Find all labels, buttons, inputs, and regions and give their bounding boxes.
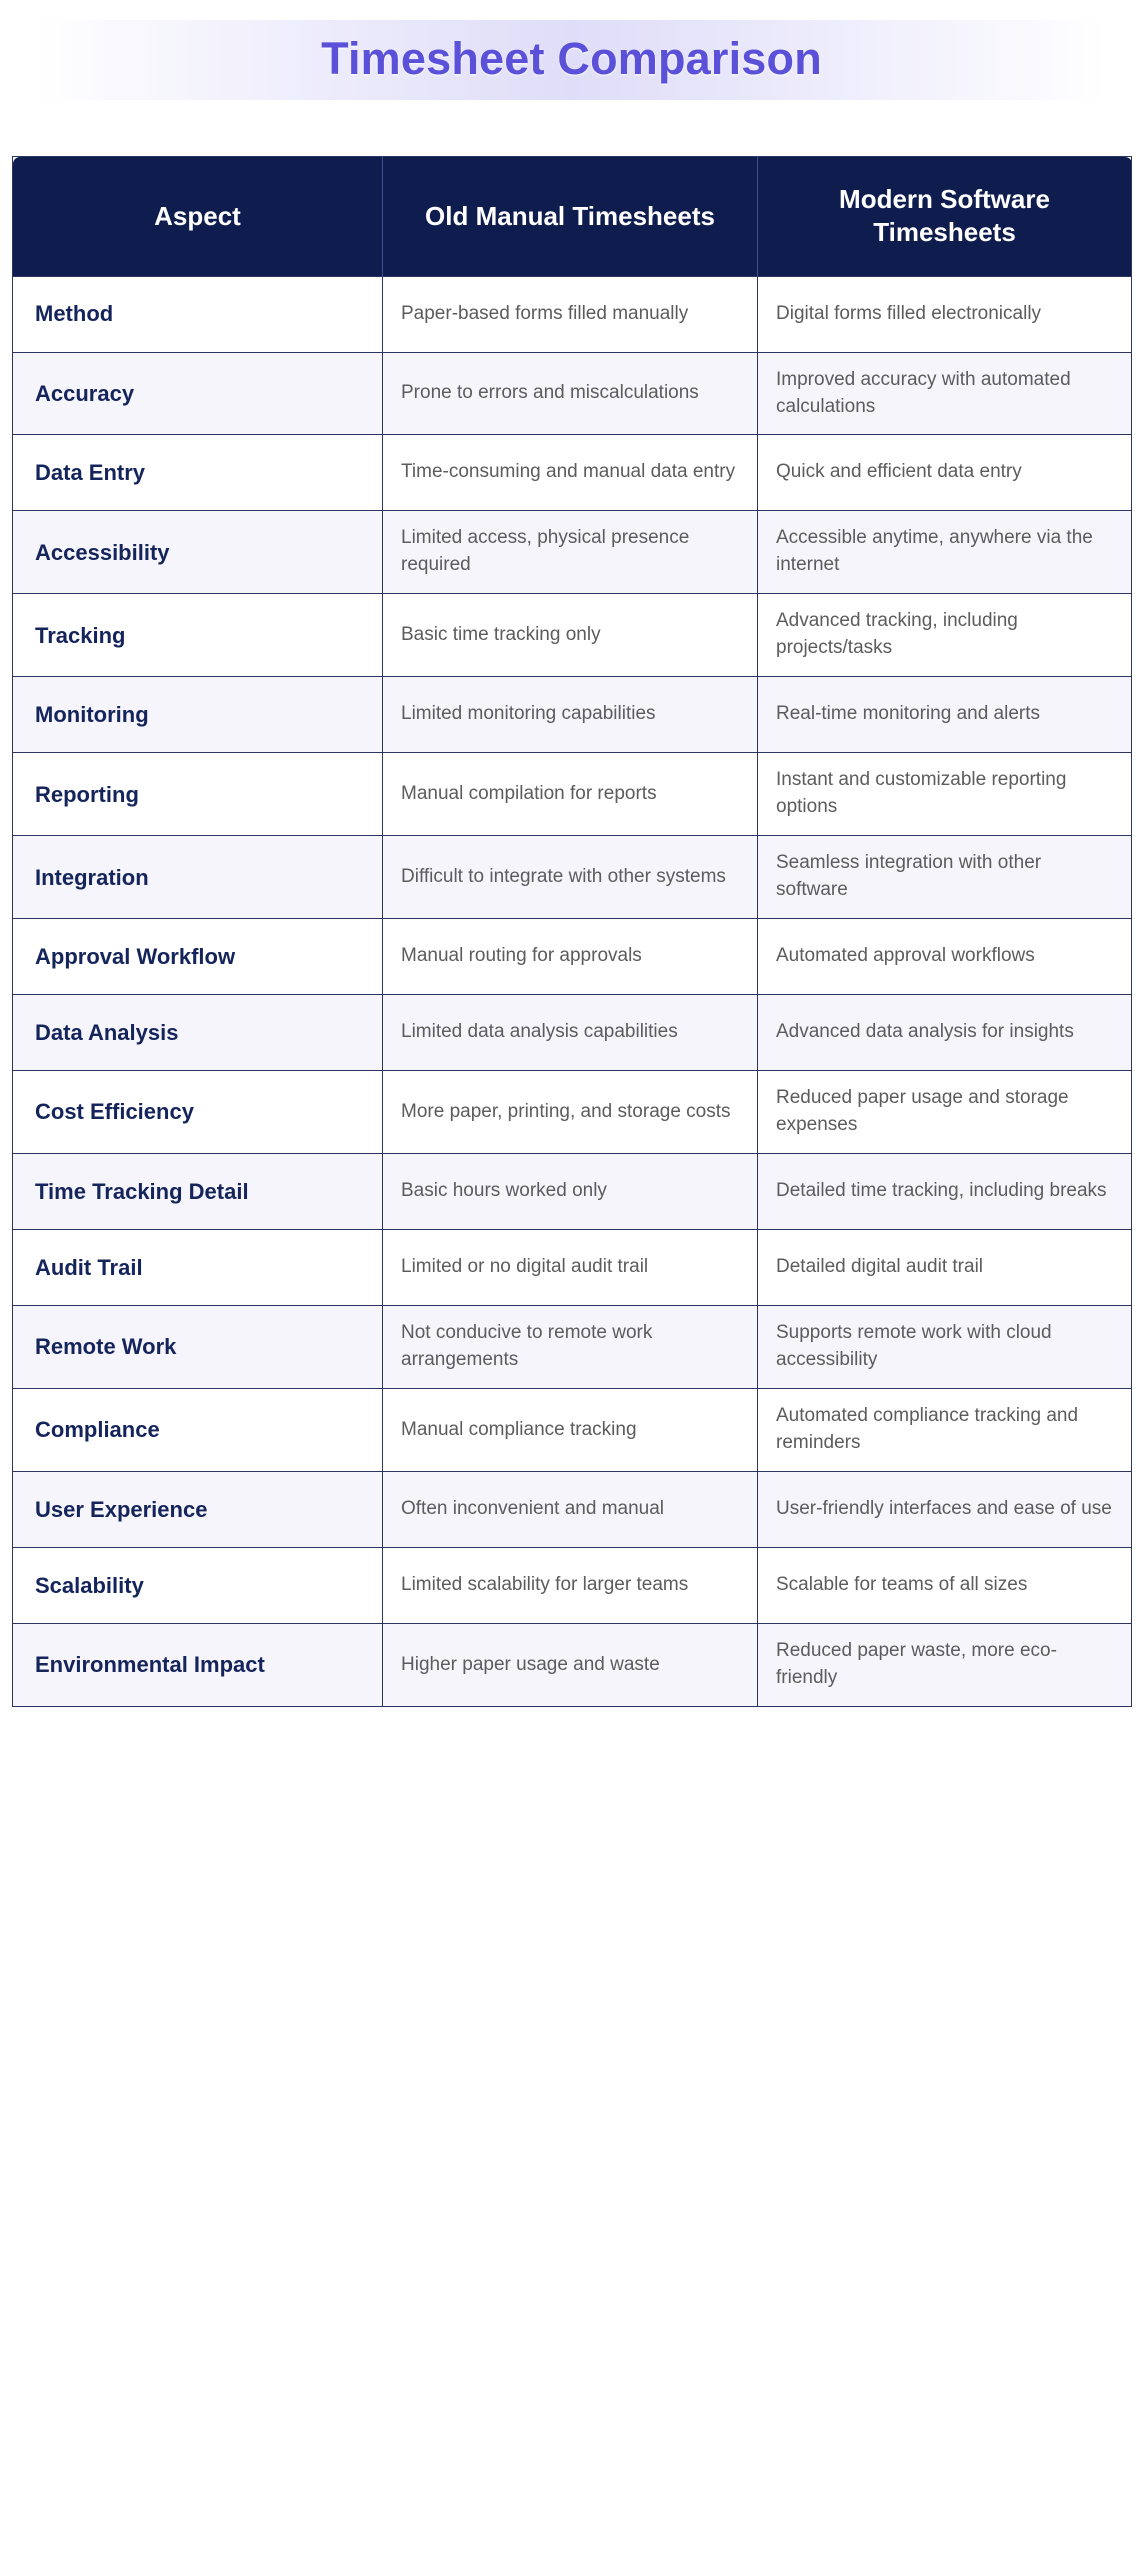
cell-aspect: Environmental Impact <box>12 1623 383 1707</box>
cell-old-manual: Not conducive to remote work arrangement… <box>382 1305 758 1389</box>
cell-aspect: Monitoring <box>12 676 383 753</box>
table-row: Audit Trail Limited or no digital audit t… <box>12 1229 1132 1306</box>
cell-modern-software: Improved accuracy with automated calcula… <box>757 351 1132 435</box>
cell-aspect: Scalability <box>12 1547 383 1624</box>
cell-modern-software: Advanced tracking, including projects/ta… <box>757 593 1132 677</box>
cell-old-manual: More paper, printing, and storage costs <box>382 1070 758 1154</box>
cell-modern-software: Automated approval workflows <box>757 918 1132 995</box>
cell-modern-software: User-friendly interfaces and ease of use <box>757 1471 1132 1548</box>
cell-old-manual: Limited access, physical presence requir… <box>382 510 758 594</box>
cell-modern-software: Scalable for teams of all sizes <box>757 1547 1132 1624</box>
cell-old-manual: Prone to errors and miscalculations <box>382 351 758 435</box>
cell-modern-software: Digital forms filled electronically <box>757 275 1132 353</box>
cell-old-manual: Limited monitoring capabilities <box>382 676 758 753</box>
cell-aspect: Tracking <box>12 593 383 677</box>
cell-old-manual: Limited scalability for larger teams <box>382 1547 758 1624</box>
cell-old-manual: Time-consuming and manual data entry <box>382 434 758 511</box>
cell-modern-software: Automated compliance tracking and remind… <box>757 1388 1132 1472</box>
page-root: Timesheet Comparison Aspect Old Manual T… <box>0 0 1143 2560</box>
cell-old-manual: Often inconvenient and manual <box>382 1471 758 1548</box>
cell-modern-software: Detailed digital audit trail <box>757 1229 1132 1306</box>
table-row: Cost Efficiency More paper, printing, and… <box>12 1070 1132 1154</box>
table-row: Remote Work Not conducive to remote work … <box>12 1305 1132 1389</box>
cell-old-manual: Paper-based forms filled manually <box>382 275 758 353</box>
cell-modern-software: Real-time monitoring and alerts <box>757 676 1132 753</box>
cell-old-manual: Difficult to integrate with other system… <box>382 835 758 919</box>
cell-aspect: Compliance <box>12 1388 383 1472</box>
cell-old-manual: Manual compliance tracking <box>382 1388 758 1472</box>
cell-aspect: Data Entry <box>12 434 383 511</box>
cell-modern-software: Reduced paper usage and storage expenses <box>757 1070 1132 1154</box>
cell-modern-software: Reduced paper waste, more eco-friendly <box>757 1623 1132 1707</box>
cell-old-manual: Basic time tracking only <box>382 593 758 677</box>
comparison-table: Aspect Old Manual Timesheets Modern Soft… <box>12 156 1132 1707</box>
cell-aspect: Audit Trail <box>12 1229 383 1306</box>
table-row: Reporting Manual compilation for reports I… <box>12 752 1132 836</box>
table-body: Method Paper-based forms filled manually D… <box>12 275 1132 1707</box>
table-row: Scalability Limited scalability for large… <box>12 1547 1132 1624</box>
cell-aspect: Approval Workflow <box>12 918 383 995</box>
table-row: User Experience Often inconvenient and ma… <box>12 1471 1132 1548</box>
cell-old-manual: Limited data analysis capabilities <box>382 994 758 1071</box>
cell-aspect: Method <box>12 275 383 353</box>
cell-modern-software: Instant and customizable reporting optio… <box>757 752 1132 836</box>
table-row: Time Tracking Detail Basic hours worked o… <box>12 1153 1132 1230</box>
table-row: Accuracy Prone to errors and miscalculati… <box>12 351 1132 435</box>
cell-old-manual: Limited or no digital audit trail <box>382 1229 758 1306</box>
table-row: Monitoring Limited monitoring capabilitie… <box>12 676 1132 753</box>
table-header: Aspect Old Manual Timesheets Modern Soft… <box>12 156 1132 277</box>
table-row: Integration Difficult to integrate with o… <box>12 835 1132 919</box>
cell-aspect: Integration <box>12 835 383 919</box>
table-row: Approval Workflow Manual routing for appr… <box>12 918 1132 995</box>
cell-aspect: Cost Efficiency <box>12 1070 383 1154</box>
cell-modern-software: Accessible anytime, anywhere via the int… <box>757 510 1132 594</box>
table-row: Data Entry Time-consuming and manual data… <box>12 434 1132 511</box>
title-banner: Timesheet Comparison <box>0 0 1143 118</box>
header-row: Aspect Old Manual Timesheets Modern Soft… <box>12 156 1132 277</box>
table-row: Accessibility Limited access, physical pr… <box>12 510 1132 594</box>
cell-aspect: User Experience <box>12 1471 383 1548</box>
table-row: Method Paper-based forms filled manually D… <box>12 275 1132 353</box>
table-row: Tracking Basic time tracking only Advanced… <box>12 593 1132 677</box>
cell-aspect: Accessibility <box>12 510 383 594</box>
cell-aspect: Reporting <box>12 752 383 836</box>
cell-old-manual: Basic hours worked only <box>382 1153 758 1230</box>
table-row: Environmental Impact Higher paper usage a… <box>12 1623 1132 1707</box>
cell-modern-software: Seamless integration with other software <box>757 835 1132 919</box>
cell-modern-software: Advanced data analysis for insights <box>757 994 1132 1071</box>
cell-modern-software: Supports remote work with cloud accessib… <box>757 1305 1132 1389</box>
cell-aspect: Data Analysis <box>12 994 383 1071</box>
cell-aspect: Remote Work <box>12 1305 383 1389</box>
page-title: Timesheet Comparison <box>321 33 822 85</box>
column-header-aspect: Aspect <box>12 156 383 277</box>
cell-old-manual: Manual routing for approvals <box>382 918 758 995</box>
comparison-table-container: Aspect Old Manual Timesheets Modern Soft… <box>12 156 1132 1707</box>
column-header-modern-software-timesheets: Modern Software Timesheets <box>757 156 1132 277</box>
cell-old-manual: Manual compilation for reports <box>382 752 758 836</box>
cell-modern-software: Detailed time tracking, including breaks <box>757 1153 1132 1230</box>
cell-aspect: Accuracy <box>12 351 383 435</box>
column-header-old-manual-timesheets: Old Manual Timesheets <box>382 156 758 277</box>
cell-aspect: Time Tracking Detail <box>12 1153 383 1230</box>
table-row: Data Analysis Limited data analysis capab… <box>12 994 1132 1071</box>
table-row: Compliance Manual compliance tracking Auto… <box>12 1388 1132 1472</box>
cell-old-manual: Higher paper usage and waste <box>382 1623 758 1707</box>
cell-modern-software: Quick and efficient data entry <box>757 434 1132 511</box>
